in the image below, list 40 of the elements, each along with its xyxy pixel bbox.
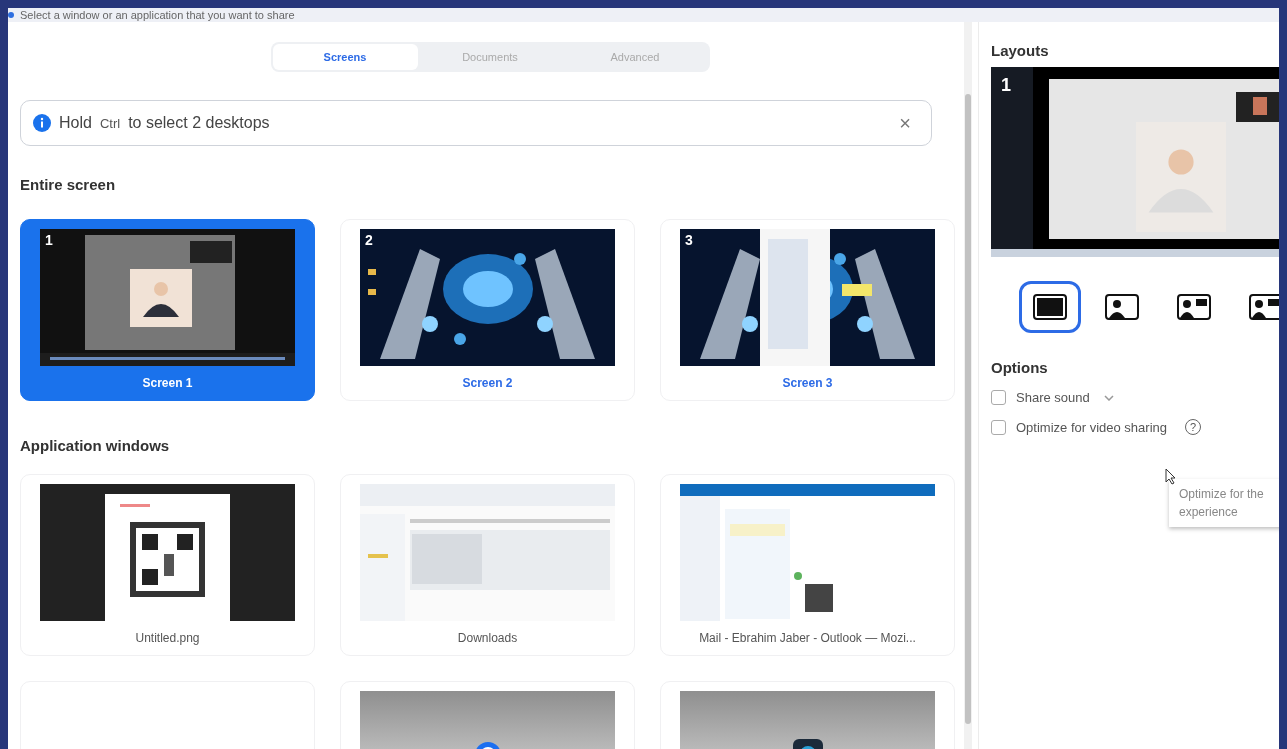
screen-number: 3	[685, 232, 693, 248]
layout-option[interactable]	[1019, 281, 1081, 333]
banner-text: Hold	[59, 114, 92, 132]
screen-layout-icon	[1033, 294, 1067, 320]
window-tile[interactable]: Untitled.png	[20, 474, 315, 656]
window-label: Untitled.png	[135, 630, 200, 647]
screen-label: Screen 2	[462, 375, 513, 392]
checkbox[interactable]	[991, 390, 1006, 405]
window-label: Downloads	[457, 630, 518, 647]
scrollbar[interactable]	[964, 22, 972, 749]
section-heading: Options	[991, 359, 1049, 376]
screen-tile[interactable]: 3 Screen 3	[660, 219, 955, 401]
person-frame-icon	[1105, 294, 1139, 320]
screen-tile[interactable]: 2 Screen 2	[340, 219, 635, 401]
person-screen-icon	[1177, 294, 1211, 320]
window-title: Select a window or an application that you want to share	[20, 9, 295, 21]
option-label: Optimize for video sharing	[1016, 419, 1167, 435]
section-heading: Entire screen	[20, 176, 117, 193]
screen-label: Screen 1	[142, 375, 193, 392]
screen-number: 1	[45, 232, 53, 248]
close-button[interactable]: ×	[893, 110, 917, 136]
section-heading: Application windows	[20, 437, 171, 454]
screen-number: 2	[365, 232, 373, 248]
window-tile[interactable]: Downloads	[340, 474, 635, 656]
window-tile[interactable]: Mail - Ebrahim Jaber - Outlook — Mozi...	[660, 474, 955, 656]
window-label: Mail - Ebrahim Jaber - Outlook — Mozi...	[699, 630, 916, 647]
section-heading: Layouts	[991, 42, 1050, 59]
status-dot	[8, 12, 14, 18]
info-icon	[33, 114, 51, 132]
screen-tile[interactable]: 1 Screen 1	[20, 219, 315, 401]
tooltip-text: experience	[1179, 504, 1239, 521]
screen-number: 1	[1001, 75, 1011, 96]
key-label: Ctrl	[99, 115, 121, 131]
option-label: Share sound	[1016, 390, 1090, 405]
tooltip-text: Optimize for the	[1179, 486, 1265, 503]
screen-label: Screen 3	[782, 375, 833, 392]
checkbox[interactable]	[991, 419, 1006, 435]
tab[interactable]: Screens	[272, 44, 418, 70]
banner-text: to select 2 desktops	[128, 114, 270, 132]
caret-icon[interactable]	[1103, 394, 1114, 401]
